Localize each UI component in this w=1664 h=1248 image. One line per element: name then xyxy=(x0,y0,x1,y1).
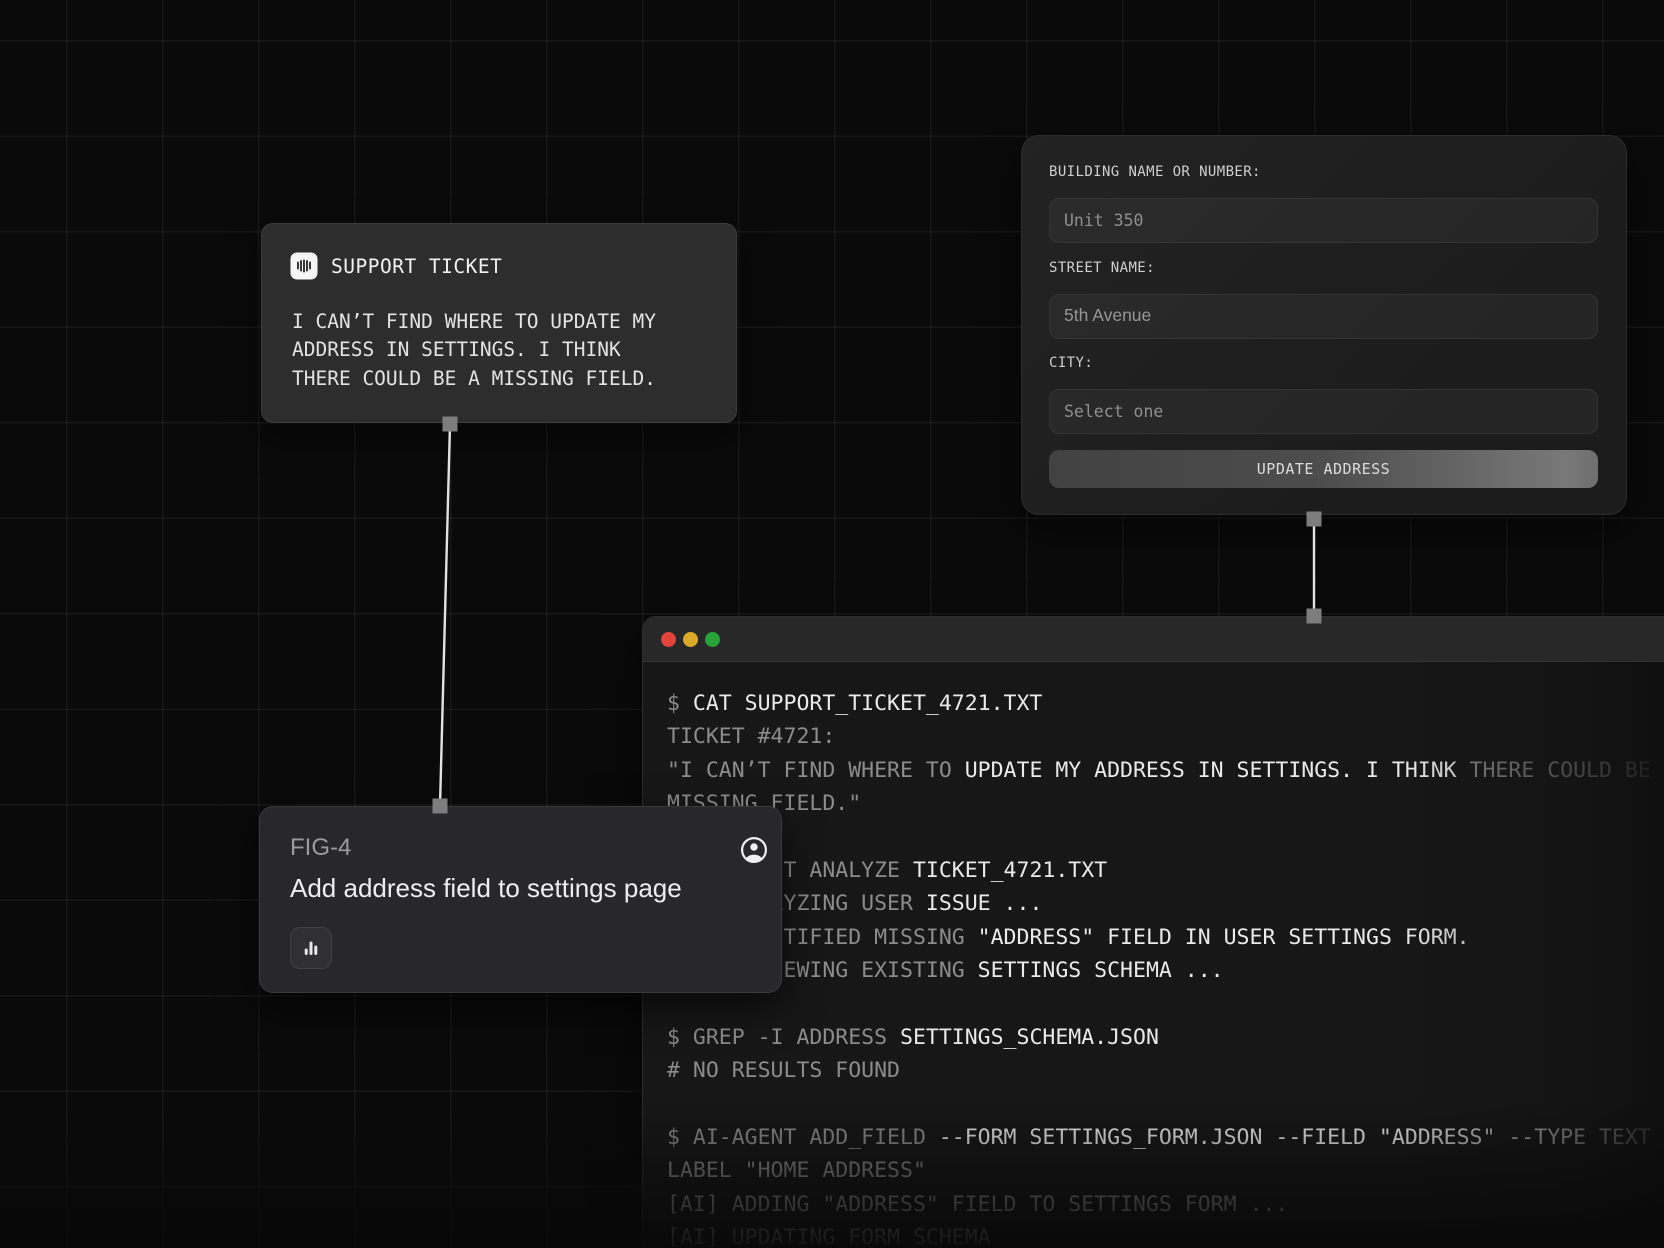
minimize-button[interactable] xyxy=(683,631,698,647)
terminal-output: $ CAT SUPPORT_TICKET_4721.TXT TICKET #472… xyxy=(667,687,1664,1248)
support-ticket-card[interactable]: SUPPORT TICKET I CAN’T FIND WHERE TO UPD… xyxy=(261,223,737,423)
terminal-line: LABEL "HOME ADDRESS" xyxy=(667,1158,926,1184)
terminal-line: [AI] IDENTIFIED MISSING "ADDRESS" FIELD … xyxy=(667,924,1470,950)
terminal-line: $ CAT SUPPORT_TICKET_4721.TXT xyxy=(667,691,1043,716)
terminal-line: $ AI-AGENT ADD_FIELD --FORM SETTINGS_FOR… xyxy=(667,1125,1664,1151)
terminal-line: # NO RESULTS FOUND xyxy=(667,1058,900,1084)
street-name-input[interactable] xyxy=(1049,294,1598,339)
building-name-input[interactable] xyxy=(1049,198,1598,243)
support-ticket-header: SUPPORT TICKET xyxy=(331,254,503,278)
terminal-line: [AI] ANALYZING USER ISSUE ... xyxy=(667,891,1043,917)
bar-chart-icon xyxy=(301,938,321,958)
assignee-avatar-icon[interactable] xyxy=(740,836,768,864)
city-label: CITY: xyxy=(1049,355,1094,371)
connector-line-ticket-to-fig xyxy=(438,423,452,807)
close-button[interactable] xyxy=(661,631,676,647)
terminal-window: $ CAT SUPPORT_TICKET_4721.TXT TICKET #472… xyxy=(642,616,1664,1248)
intercom-chat-icon xyxy=(290,252,318,280)
terminal-line: [AI] REVIEWING EXISTING SETTINGS SCHEMA … xyxy=(667,958,1224,984)
building-name-label: BUILDING NAME OR NUMBER: xyxy=(1049,164,1261,180)
terminal-line: [AI] UPDATING FORM SCHEMA xyxy=(667,1225,991,1248)
terminal-title-bar[interactable] xyxy=(643,617,1664,662)
terminal-line: [AI] ADDING "ADDRESS" FIELD TO SETTINGS … xyxy=(667,1191,1289,1217)
canvas: $ CAT SUPPORT_TICKET_4721.TXT TICKET #472… xyxy=(0,0,1664,1248)
fig-tag: FIG-4 xyxy=(290,834,352,861)
chart-button[interactable] xyxy=(290,927,332,969)
address-form-card: BUILDING NAME OR NUMBER: STREET NAME: CI… xyxy=(1021,135,1627,515)
support-ticket-body: I CAN’T FIND WHERE TO UPDATE MY ADDRESS … xyxy=(292,310,656,390)
terminal-line: TICKET #4721: xyxy=(667,724,836,750)
terminal-line: $ GREP -I ADDRESS SETTINGS_SCHEMA.JSON xyxy=(667,1024,1159,1050)
zoom-button[interactable] xyxy=(705,631,720,647)
terminal-line: MISSING FIELD." xyxy=(667,791,862,817)
fig-task-card[interactable]: FIG-4 Add address field to settings page xyxy=(259,806,782,993)
terminal-line: "I CAN’T FIND WHERE TO UPDATE MY ADDRESS… xyxy=(667,757,1664,783)
fig-title: Add address field to settings page xyxy=(290,873,682,903)
street-name-label: STREET NAME: xyxy=(1049,260,1155,276)
update-address-button[interactable]: UPDATE ADDRESS xyxy=(1049,450,1598,488)
terminal-line: $ AI-AGENT ANALYZE TICKET_4721.TXT xyxy=(667,857,1108,883)
city-select[interactable] xyxy=(1049,389,1598,434)
